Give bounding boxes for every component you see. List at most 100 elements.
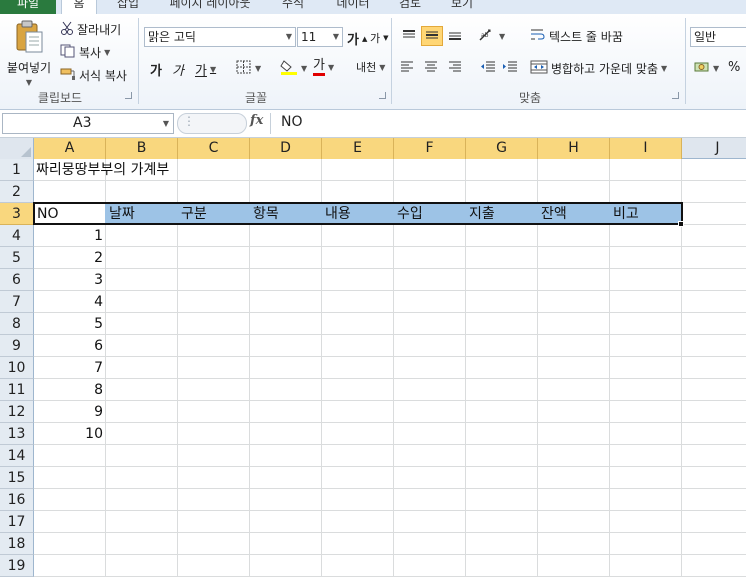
font-color-button[interactable]: 가 ▼	[313, 59, 334, 76]
orientation-button[interactable]: ab ▼	[478, 28, 505, 45]
phonetic-button[interactable]: 내천 ▼	[356, 59, 385, 75]
tab-formulas[interactable]: 수식	[273, 0, 313, 14]
number-cell[interactable]: 6	[34, 335, 106, 357]
font-size-select[interactable]: 11 ▼	[297, 27, 343, 47]
increase-indent-icon	[502, 60, 518, 75]
percent-style-button[interactable]: %	[728, 60, 740, 75]
row-header-5[interactable]: 5	[0, 247, 34, 269]
align-middle-button[interactable]	[421, 26, 443, 46]
cell-area[interactable]: 짜리뭉땅부부의 가계부 NO 날짜 구분 항목 내용 수입 지출 잔액 비고 123456789…	[33, 159, 746, 577]
alignment-launcher-icon[interactable]	[672, 92, 679, 99]
cut-button[interactable]: 잘라내기	[60, 21, 121, 38]
shrink-font-label: 가	[370, 32, 381, 45]
insert-function-button[interactable]: fx	[250, 113, 263, 128]
column-header-j[interactable]: J	[682, 138, 746, 159]
accounting-format-button[interactable]: ▼	[694, 60, 719, 77]
name-box[interactable]: A3 ▼	[2, 113, 174, 134]
increase-indent-button[interactable]	[502, 60, 518, 75]
font-size-value: 11	[301, 30, 317, 44]
row-header-7[interactable]: 7	[0, 291, 34, 313]
format-painter-icon	[60, 67, 76, 84]
tab-home[interactable]: 홈	[61, 0, 97, 14]
tab-view[interactable]: 보기	[444, 0, 480, 14]
tab-insert[interactable]: 삽입	[108, 0, 148, 14]
row-header-10[interactable]: 10	[0, 357, 34, 379]
number-cell[interactable]: 7	[34, 357, 106, 379]
align-bottom-button[interactable]	[444, 26, 466, 46]
column-header-i[interactable]: I	[610, 138, 682, 159]
align-left-button[interactable]	[400, 60, 414, 75]
row-header-4[interactable]: 4	[0, 225, 34, 247]
row-header-2[interactable]: 2	[0, 181, 34, 203]
percent-label: %	[728, 60, 741, 75]
bold-button[interactable]: 가	[150, 60, 162, 79]
number-cell[interactable]: 3	[34, 269, 106, 291]
italic-label: 가	[172, 64, 184, 79]
copy-button[interactable]: 복사 ▼	[60, 44, 110, 61]
column-header-g[interactable]: G	[466, 138, 538, 159]
fill-handle[interactable]	[678, 221, 684, 227]
column-header-c[interactable]: C	[178, 138, 250, 159]
row-header-17[interactable]: 17	[0, 511, 34, 533]
align-center-button[interactable]	[424, 60, 438, 75]
align-top-button[interactable]	[398, 26, 420, 46]
orientation-icon: ab	[478, 28, 496, 45]
font-family-select[interactable]: 맑은 고딕 ▼	[144, 27, 296, 47]
column-header-f[interactable]: F	[394, 138, 466, 159]
wrap-text-button[interactable]: 텍스트 줄 바꿈	[530, 28, 623, 45]
ribbon-tab-bar: 파일 홈 삽입 페이지 레이아웃 수식 데이터 검토 보기	[0, 0, 746, 14]
number-cell[interactable]: 10	[34, 423, 106, 445]
row-header-8[interactable]: 8	[0, 313, 34, 335]
column-header-a[interactable]: A	[34, 138, 106, 159]
row-header-9[interactable]: 9	[0, 335, 34, 357]
row-header-14[interactable]: 14	[0, 445, 34, 467]
phonetic-label: 내천	[356, 61, 377, 74]
borders-button[interactable]: ▼	[236, 60, 261, 77]
align-right-button[interactable]	[448, 60, 462, 75]
column-header-d[interactable]: D	[250, 138, 322, 159]
row-header-3[interactable]: 3	[0, 203, 34, 225]
number-cell[interactable]: 4	[34, 291, 106, 313]
tab-file[interactable]: 파일	[0, 0, 56, 14]
row-header-15[interactable]: 15	[0, 467, 34, 489]
sheet-title[interactable]: 짜리뭉땅부부의 가계부	[34, 159, 314, 181]
formula-input[interactable]: NO	[270, 113, 746, 134]
row-header-16[interactable]: 16	[0, 489, 34, 511]
column-header-e[interactable]: E	[322, 138, 394, 159]
align-center-icon	[424, 60, 438, 75]
number-cell[interactable]: 5	[34, 313, 106, 335]
number-cell[interactable]: 2	[34, 247, 106, 269]
chevron-down-icon: ▼	[327, 63, 335, 72]
merge-center-button[interactable]: 병합하고 가운데 맞춤 ▼	[530, 60, 667, 77]
column-header-b[interactable]: B	[106, 138, 178, 159]
tab-page-layout[interactable]: 페이지 레이아웃	[160, 0, 260, 14]
row-header-12[interactable]: 12	[0, 401, 34, 423]
fill-color-button[interactable]: ▼	[280, 59, 307, 78]
underline-button[interactable]: 가 ▼	[195, 60, 216, 79]
number-cell[interactable]: 1	[34, 225, 106, 247]
decrease-indent-button[interactable]	[480, 60, 496, 75]
row-header-19[interactable]: 19	[0, 555, 34, 577]
number-cell[interactable]: 8	[34, 379, 106, 401]
row-header-11[interactable]: 11	[0, 379, 34, 401]
row-header-6[interactable]: 6	[0, 269, 34, 291]
row-header-13[interactable]: 13	[0, 423, 34, 445]
row-header-1[interactable]: 1	[0, 159, 34, 181]
select-all-button[interactable]	[0, 138, 34, 159]
format-painter-button[interactable]: 서식 복사	[60, 67, 127, 84]
grow-font-button[interactable]: 가 ▲	[347, 29, 367, 48]
italic-button[interactable]: 가	[172, 60, 184, 79]
cut-label: 잘라내기	[77, 23, 122, 37]
clipboard-launcher-icon[interactable]	[125, 92, 132, 99]
row-header-18[interactable]: 18	[0, 533, 34, 555]
number-cell[interactable]: 9	[34, 401, 106, 423]
paste-button[interactable]: 붙여넣기 ▼	[6, 20, 52, 87]
align-right-icon	[448, 60, 462, 75]
tab-review[interactable]: 검토	[390, 0, 430, 14]
column-header-h[interactable]: H	[538, 138, 610, 159]
shrink-font-button[interactable]: 가 ▼	[370, 30, 389, 46]
tab-data[interactable]: 데이터	[328, 0, 378, 14]
merge-center-label: 병합하고 가운데 맞춤	[551, 62, 658, 76]
number-format-select[interactable]: 일반	[690, 27, 746, 47]
font-launcher-icon[interactable]	[379, 92, 386, 99]
